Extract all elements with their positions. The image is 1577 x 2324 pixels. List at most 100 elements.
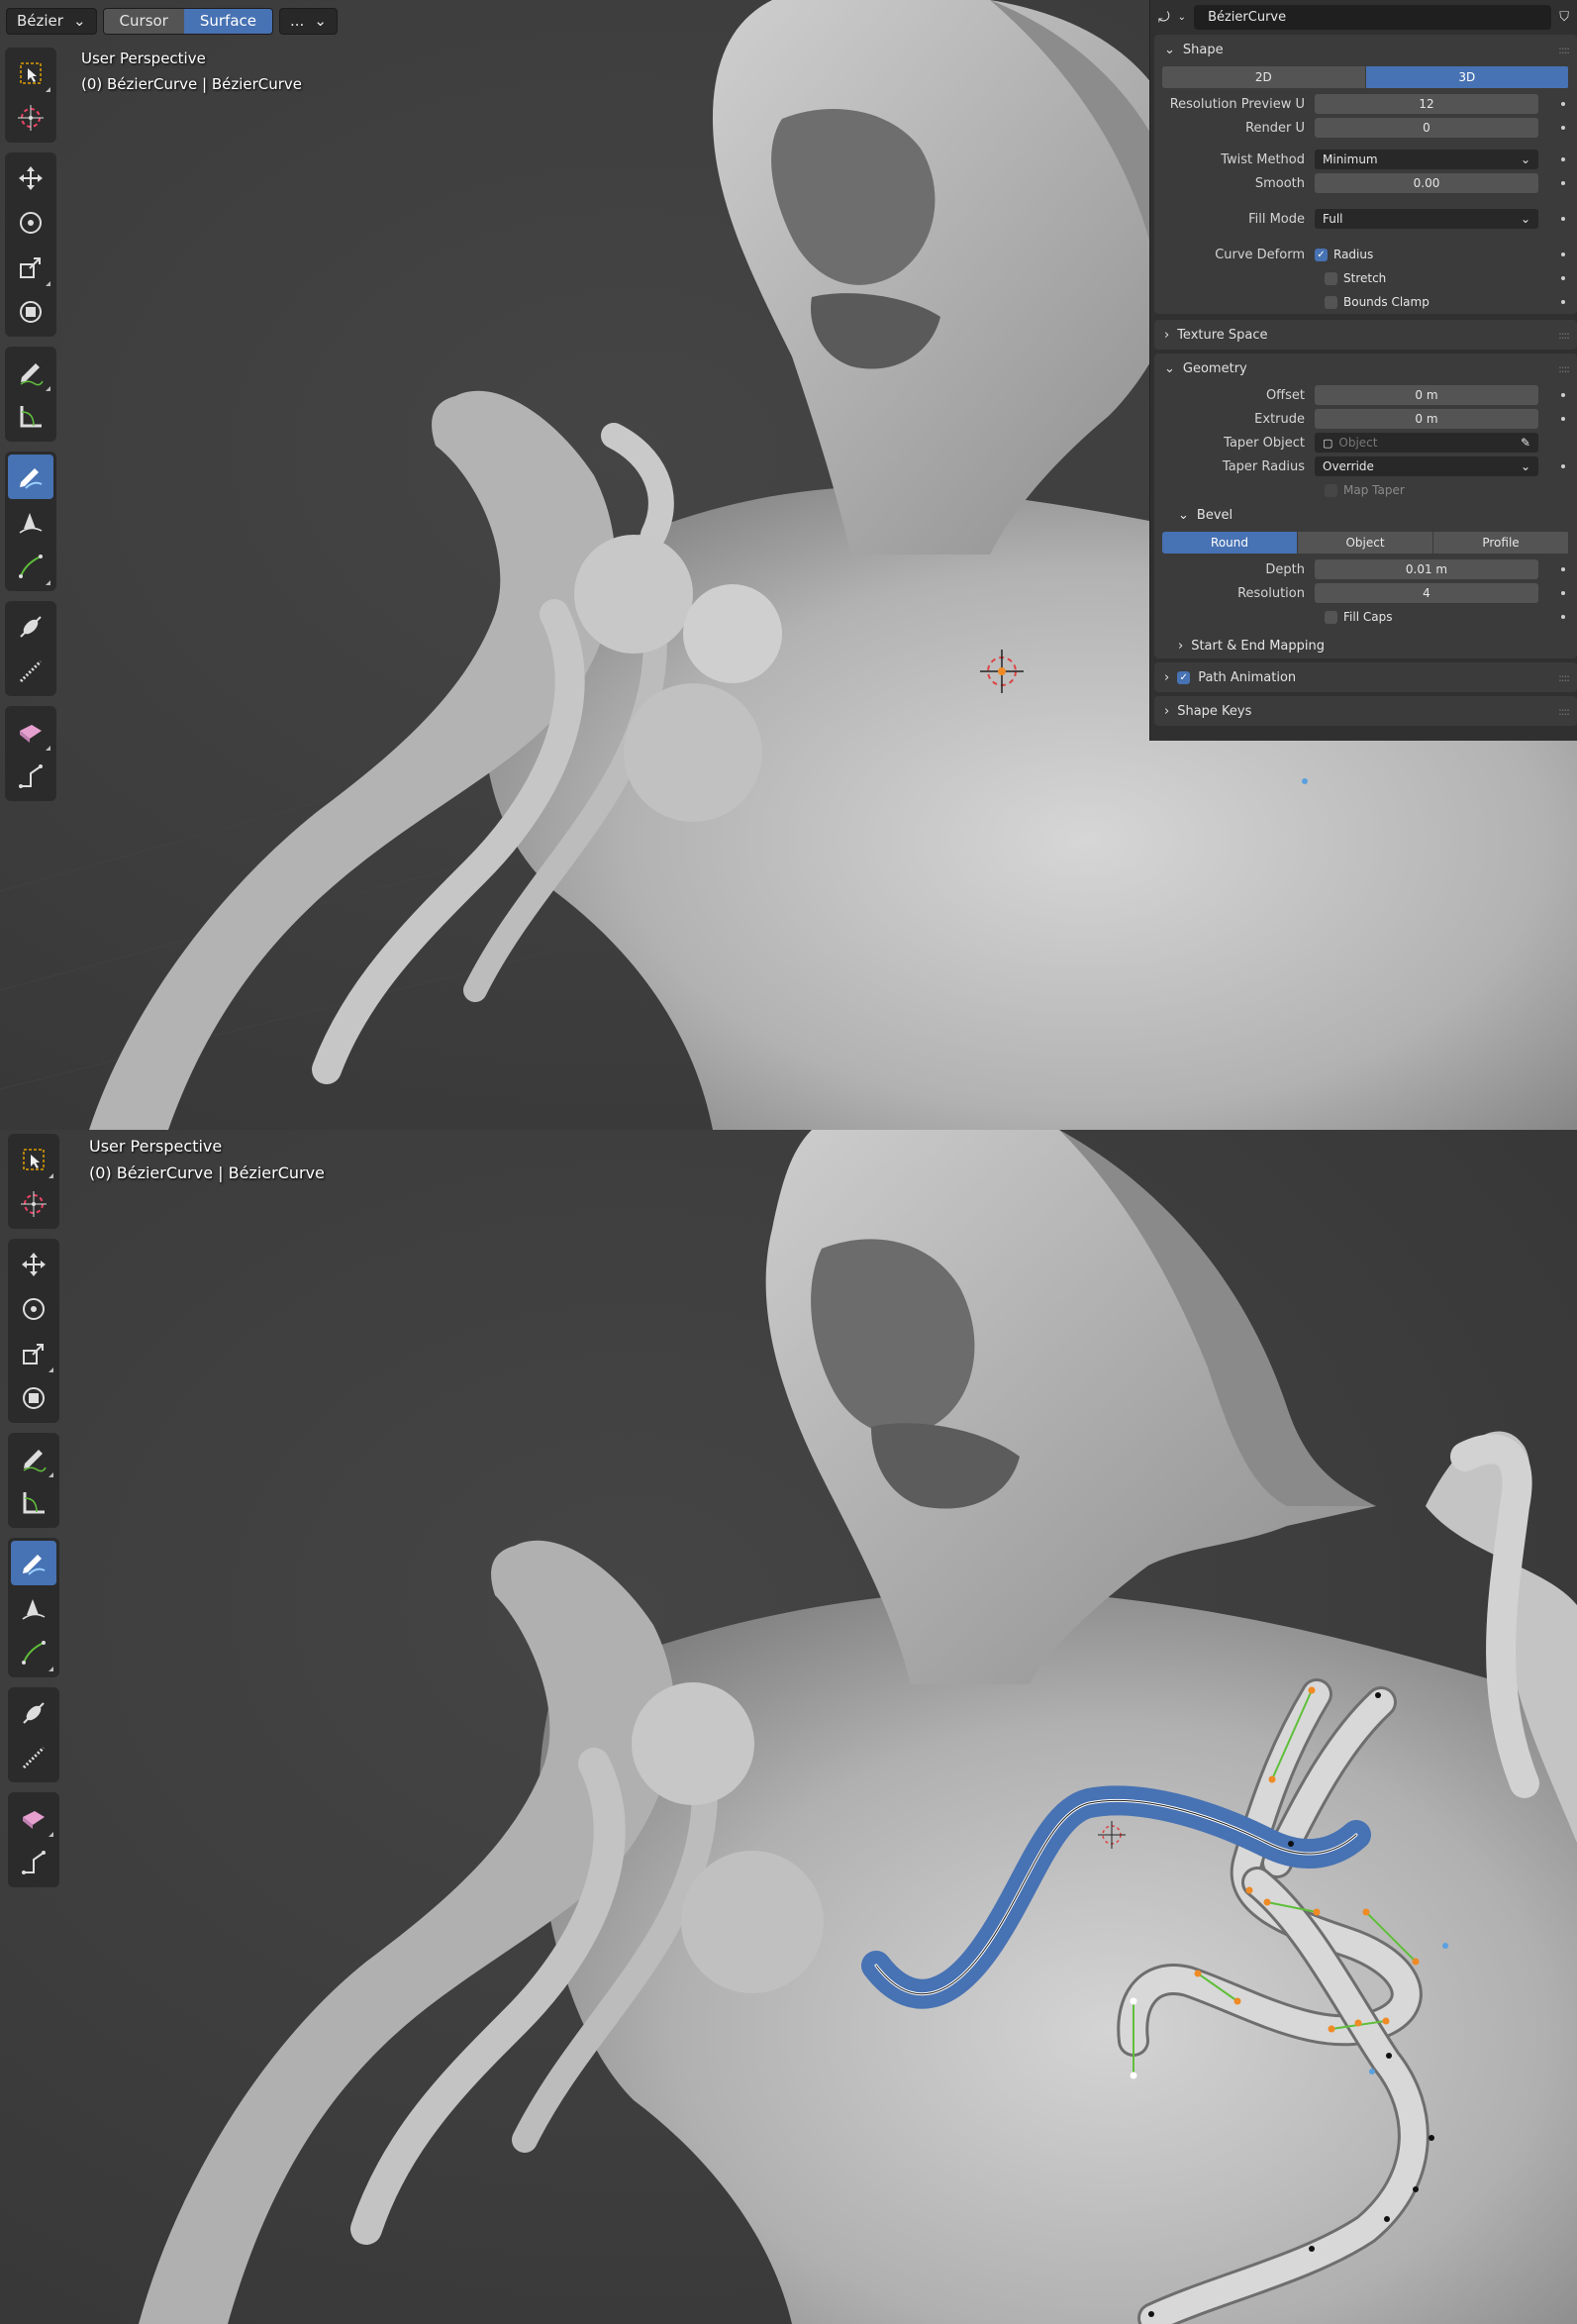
drag-grip-icon[interactable]: :::: (1558, 671, 1570, 684)
pen-tool[interactable] (8, 499, 53, 544)
extrude-field[interactable]: 0 m (1315, 409, 1538, 429)
fill-mode-dropdown[interactable]: Full ⌄ (1315, 209, 1538, 229)
keyframe-dot-icon[interactable] (1561, 217, 1565, 221)
keyframe-dot-icon[interactable] (1561, 464, 1565, 468)
keyframe-dot-icon[interactable] (1561, 615, 1565, 619)
keyframe-dot-icon[interactable] (1561, 181, 1565, 185)
extrude-cursor-tool[interactable] (11, 1630, 56, 1674)
radius-tool[interactable] (11, 1690, 56, 1735)
offset-field[interactable]: 0 m (1315, 385, 1538, 405)
dimensions-2d-button[interactable]: 2D (1162, 66, 1366, 88)
fill-mode-label: Fill Mode (1248, 211, 1305, 227)
bevel-round-button[interactable]: Round (1162, 532, 1298, 554)
snap-cursor-button[interactable]: Cursor (103, 8, 184, 34)
measure-tool[interactable] (8, 394, 53, 439)
scale-tool[interactable] (11, 1331, 56, 1375)
keyframe-dot-icon[interactable] (1561, 567, 1565, 571)
move-icon (19, 165, 43, 190)
start-end-mapping-header[interactable]: › Start & End Mapping (1154, 633, 1577, 658)
more-options-dropdown[interactable]: ... ⌄ (279, 7, 338, 35)
keyframe-dot-icon[interactable] (1561, 300, 1565, 304)
select-box-tool[interactable] (11, 1137, 56, 1181)
bounds-clamp-checkbox[interactable]: Bounds Clamp (1325, 295, 1429, 309)
transform-tool[interactable] (11, 1375, 56, 1420)
chevron-down-icon[interactable]: ⌄ (1178, 12, 1186, 23)
bend-tool[interactable] (8, 754, 53, 798)
tilt-tool[interactable] (8, 649, 53, 693)
bevel-header[interactable]: ⌄ Bevel (1154, 502, 1577, 528)
randomize-tool[interactable] (11, 1795, 56, 1840)
drag-grip-icon[interactable]: :::: (1558, 362, 1570, 375)
bend-tool[interactable] (11, 1840, 56, 1884)
viewport-bottom[interactable]: User Perspective (0) BézierCurve | Bézie… (0, 1130, 1577, 2324)
radius-checkbox[interactable]: ✓ Radius (1315, 248, 1373, 261)
path-animation-header[interactable]: › ✓ Path Animation :::: (1154, 662, 1577, 692)
keyframe-dot-icon[interactable] (1561, 417, 1565, 421)
twist-method-dropdown[interactable]: Minimum ⌄ (1315, 150, 1538, 169)
keyframe-dot-icon[interactable] (1561, 253, 1565, 256)
measure-tool[interactable] (11, 1480, 56, 1525)
draw-curve-tool[interactable] (8, 455, 53, 499)
pen-tool[interactable] (11, 1585, 56, 1630)
keyframe-dot-icon[interactable] (1561, 276, 1565, 280)
annotate-tool[interactable] (11, 1436, 56, 1480)
smooth-field[interactable]: 0.00 (1315, 173, 1538, 193)
move-tool[interactable] (8, 155, 53, 200)
tilt-tool[interactable] (11, 1735, 56, 1779)
cursor-tool[interactable] (8, 95, 53, 140)
cursor-tool[interactable] (11, 1181, 56, 1226)
sculpt-mesh-bottom (139, 1130, 1577, 2324)
move-icon (22, 1252, 46, 1276)
keyframe-dot-icon[interactable] (1561, 157, 1565, 161)
extrude-cursor-tool[interactable] (8, 544, 53, 588)
curve-deform-label: Curve Deform (1215, 247, 1305, 262)
drag-grip-icon[interactable]: :::: (1558, 705, 1570, 718)
keyframe-dot-icon[interactable] (1561, 126, 1565, 130)
texture-space-header[interactable]: › Texture Space :::: (1154, 320, 1577, 350)
snap-surface-button[interactable]: Surface (183, 8, 273, 34)
fill-caps-checkbox[interactable]: Fill Caps (1325, 610, 1392, 624)
viewport-top[interactable]: Bézier ⌄ Cursor Surface ... ⌄ User Persp… (0, 0, 1577, 1130)
select-box-tool[interactable] (8, 51, 53, 95)
chevron-right-icon: › (1164, 703, 1170, 719)
rotate-tool[interactable] (11, 1286, 56, 1331)
resolution-preview-u-field[interactable]: 12 (1315, 94, 1538, 114)
shape-panel-header[interactable]: ⌄ Shape :::: (1154, 35, 1577, 64)
transform-icon (23, 1386, 45, 1409)
drag-grip-icon[interactable]: :::: (1558, 44, 1570, 56)
bevel-profile-button[interactable]: Profile (1433, 532, 1569, 554)
taper-radius-dropdown[interactable]: Override ⌄ (1315, 456, 1538, 476)
fake-user-shield-icon[interactable]: ⛉ (1559, 10, 1569, 25)
move-tool[interactable] (11, 1242, 56, 1286)
transform-tool[interactable] (8, 289, 53, 334)
path-animation-checkbox[interactable]: ✓ (1177, 670, 1191, 684)
drag-grip-icon[interactable]: :::: (1558, 329, 1570, 342)
geometry-header[interactable]: ⌄ Geometry :::: (1154, 354, 1577, 383)
annotate-tool[interactable] (8, 350, 53, 394)
randomize-tool[interactable] (8, 709, 53, 754)
dimensions-3d-button[interactable]: 3D (1365, 66, 1569, 88)
radius-tool[interactable] (8, 604, 53, 649)
curve-data-icon[interactable]: ⤾ (1158, 10, 1170, 26)
eyedropper-icon[interactable]: ✎ (1521, 436, 1530, 450)
curve-type-dropdown[interactable]: Bézier ⌄ (6, 7, 97, 35)
fill-mode-value: Full (1323, 212, 1343, 226)
rotate-icon (23, 1297, 45, 1320)
shape-keys-header[interactable]: › Shape Keys :::: (1154, 696, 1577, 726)
texture-space-panel: › Texture Space :::: (1154, 320, 1577, 350)
map-taper-checkbox[interactable]: Map Taper (1325, 483, 1405, 497)
depth-field[interactable]: 0.01 m (1315, 559, 1538, 579)
taper-object-field[interactable]: ▢ Object ✎ (1315, 433, 1538, 453)
rotate-tool[interactable] (8, 200, 53, 245)
keyframe-dot-icon[interactable] (1561, 393, 1565, 397)
render-u-field[interactable]: 0 (1315, 118, 1538, 138)
keyframe-dot-icon[interactable] (1561, 102, 1565, 106)
object-name-field[interactable]: BézierCurve (1194, 5, 1552, 30)
draw-curve-tool[interactable] (11, 1541, 56, 1585)
stretch-checkbox[interactable]: Stretch (1325, 271, 1386, 285)
scale-tool[interactable] (8, 245, 53, 289)
bevel-object-button[interactable]: Object (1298, 532, 1433, 554)
bounds-clamp-label: Bounds Clamp (1343, 295, 1429, 309)
resolution-field[interactable]: 4 (1315, 583, 1538, 603)
keyframe-dot-icon[interactable] (1561, 591, 1565, 595)
